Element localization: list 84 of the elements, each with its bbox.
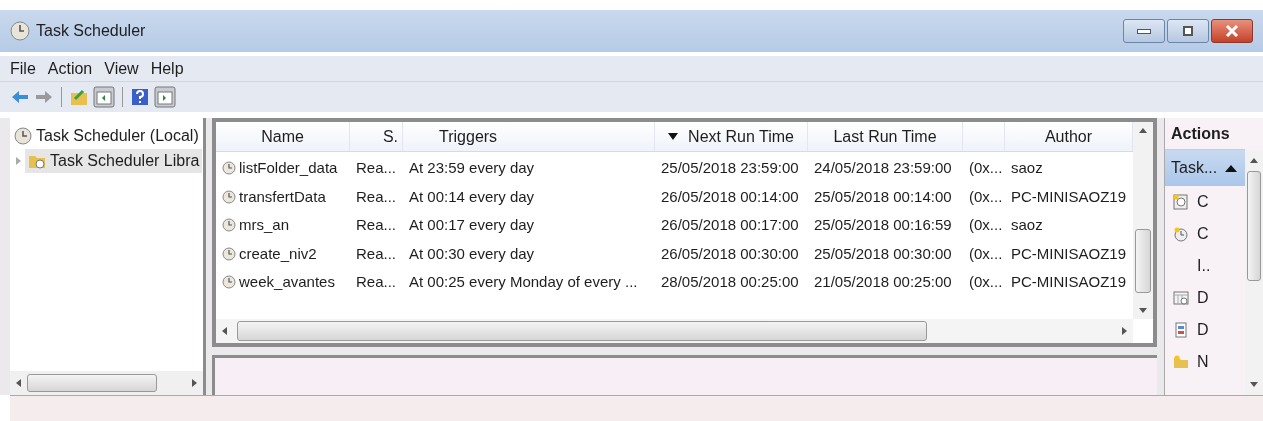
table-cell-text: transfertData (239, 186, 326, 207)
table-cell-text: Rea... (356, 186, 397, 207)
forward-arrow-icon[interactable] (34, 89, 54, 105)
table-cell-text: At 23:59 every day (409, 158, 535, 178)
maximize-button[interactable] (1167, 19, 1209, 43)
tree-item[interactable]: Task Scheduler (Local) (36, 124, 199, 148)
menu-item[interactable]: View (104, 56, 139, 81)
help-icon[interactable] (130, 87, 150, 107)
table-cell-text: 26/05/2018 00:30:00 (661, 243, 799, 264)
table-cell-text: (0x... (969, 243, 1003, 264)
vertical-scrollbar[interactable] (1245, 150, 1263, 395)
clock-icon (222, 161, 236, 176)
table-cell-text: (0x... (969, 272, 1003, 292)
table-cell-text: 21/05/2018 00:25:00 (814, 272, 952, 292)
clock-icon (14, 127, 32, 145)
horizontal-scrollbar[interactable] (10, 371, 203, 395)
pane-icon[interactable] (154, 86, 176, 108)
folder-clock-icon (28, 153, 46, 169)
table-cell-text: (0x... (969, 158, 1003, 178)
task-command[interactable]: C (1165, 218, 1245, 250)
document-icon (1173, 322, 1189, 338)
table-cell-text: saoz (1011, 158, 1043, 178)
table-cell-text: Rea... (356, 243, 397, 264)
back-arrow-icon[interactable] (10, 89, 30, 105)
menu-item[interactable]: Help (150, 56, 184, 81)
table-cell-text: PC-MINISAOZ19 (1011, 186, 1127, 207)
clock-icon (222, 246, 236, 261)
calendar-clock-icon (1173, 194, 1189, 210)
table-cell-text: 25/05/2018 00:14:00 (814, 186, 952, 207)
table-cell-text: 25/05/2018 00:30:00 (814, 243, 952, 264)
horizontal-scrollbar[interactable] (216, 319, 1133, 344)
table-cell-text: PC-MINISAOZ19 (1011, 243, 1127, 264)
column-header[interactable]: S. (350, 122, 403, 151)
task-command[interactable]: D (1165, 282, 1245, 314)
table-cell-text: Rea... (356, 158, 397, 178)
task-command[interactable]: N (1165, 346, 1245, 378)
tree-item[interactable]: Task Scheduler Libra (25, 149, 203, 173)
vertical-scrollbar[interactable] (1133, 122, 1153, 320)
table-cell-text: week_avantes (239, 272, 335, 292)
pane-icon[interactable] (93, 86, 115, 108)
section-label: Task... (1171, 158, 1218, 178)
minimize-button[interactable] (1123, 19, 1165, 43)
task-command[interactable]: D (1165, 314, 1245, 346)
collapse-arrow-icon[interactable] (1225, 164, 1238, 172)
clock-icon (222, 218, 236, 233)
close-button[interactable] (1211, 19, 1253, 43)
column-header[interactable]: Next Run Time (655, 122, 808, 151)
folder-icon (1173, 355, 1189, 369)
column-header[interactable]: Triggers (403, 122, 655, 151)
table-cell-text: At 00:25 every Monday of every ... (409, 272, 638, 292)
tree-item-label: Task Scheduler Libra (50, 151, 200, 171)
table-cell-text: listFolder_data (239, 158, 338, 178)
table-cell-text: 26/05/2018 00:14:00 (661, 186, 799, 207)
column-header[interactable]: Last Run Time (808, 122, 963, 151)
table-cell-text: create_niv2 (239, 243, 317, 264)
folder-icon[interactable] (69, 87, 89, 107)
table-cell-text: 25/05/2018 00:16:59 (814, 215, 952, 235)
menu-item[interactable]: Action (47, 56, 93, 81)
table-cell-text: 24/05/2018 23:59:00 (814, 158, 952, 178)
clock-icon (10, 21, 30, 41)
table-cell-text: mrs_an (239, 215, 290, 235)
task-command[interactable]: I.. (1165, 250, 1245, 282)
table-cell-text: saoz (1011, 215, 1043, 235)
table-cell-text: At 00:17 every day (409, 215, 535, 235)
clock-icon (1173, 226, 1189, 242)
clock-icon (222, 189, 236, 204)
table-cell-text: PC-MINISAOZ19 (1011, 272, 1127, 292)
window-title: Task Scheduler (36, 21, 146, 41)
table-cell-text: 28/05/2018 00:25:00 (661, 272, 799, 292)
table-cell-text: At 00:30 every day (409, 243, 535, 264)
table-cell-text: (0x... (969, 215, 1003, 235)
table-cell-text: (0x... (969, 186, 1003, 207)
task-command[interactable]: C (1165, 186, 1245, 218)
section-header[interactable]: Task... (1165, 150, 1245, 186)
table-cell-text: At 00:14 every day (409, 186, 535, 207)
close-icon (1225, 25, 1239, 37)
table-cell-text: Rea... (356, 215, 397, 235)
column-header[interactable]: Name (216, 122, 350, 151)
clock-icon (222, 275, 236, 290)
table-cell-text: 26/05/2018 00:17:00 (661, 215, 799, 235)
calendar-icon (1173, 290, 1189, 306)
table-cell-text: Rea... (356, 272, 397, 292)
table-cell-text: 25/05/2018 23:59:00 (661, 158, 799, 178)
menu-item[interactable]: File (10, 56, 36, 81)
